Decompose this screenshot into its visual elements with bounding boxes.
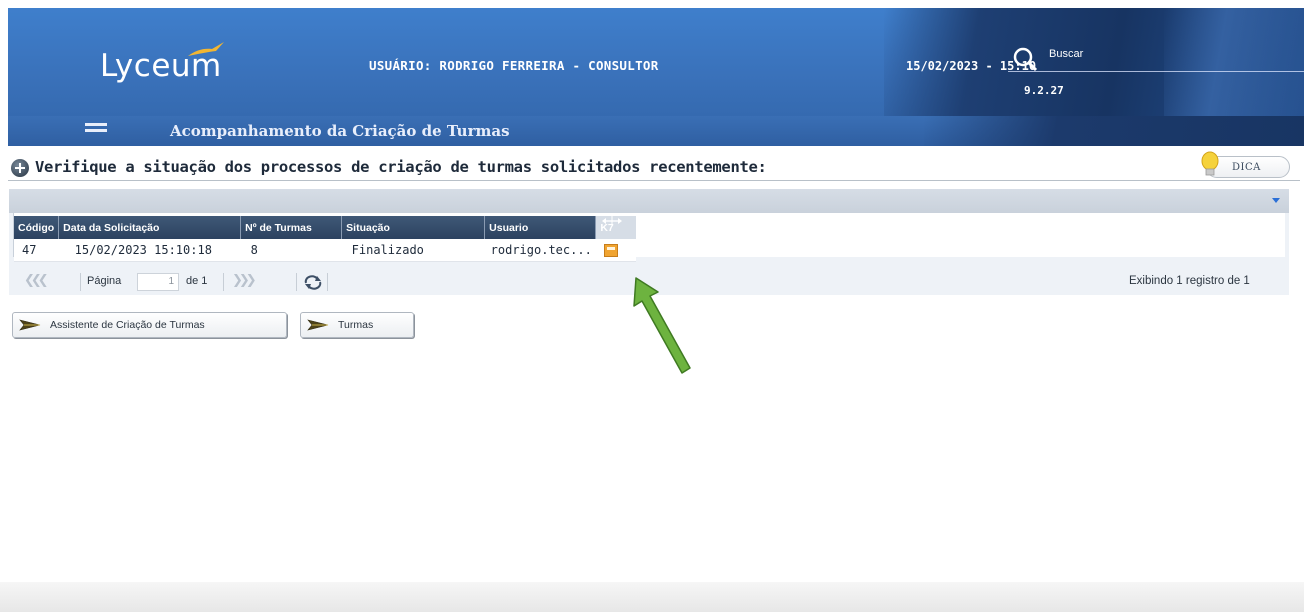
column-header-situacao[interactable]: Situação	[341, 216, 486, 239]
bottom-strip	[0, 582, 1304, 612]
version-label: 9.2.27	[1024, 84, 1064, 97]
records-count-label: Exibindo 1 registro de 1	[1129, 275, 1250, 287]
table-row[interactable]: 47 15/02/2023 15:10:18 8 Finalizado rodr…	[14, 239, 636, 262]
grid-toolbar	[9, 189, 1289, 213]
requests-table: Código Data da Solicitação Nº de Turmas …	[14, 216, 636, 262]
cell-turmas: 8	[240, 239, 342, 262]
content-divider	[8, 180, 1300, 181]
hamburger-icon[interactable]	[85, 123, 107, 138]
header-light-band	[1164, 8, 1304, 116]
annotation-arrow-icon	[633, 277, 691, 374]
page-of-label: de 1	[186, 275, 208, 287]
nav-dark-gradient	[924, 116, 1304, 146]
pager-separator	[327, 273, 328, 291]
column-header-codigo[interactable]: Código	[14, 216, 60, 239]
column-header-data[interactable]: Data da Solicitação	[58, 216, 242, 239]
pager-separator	[223, 273, 224, 291]
first-page-icon[interactable]: ❮❮❮	[24, 273, 49, 288]
column-resize-icon[interactable]	[601, 215, 623, 227]
cell-codigo: 47	[14, 239, 59, 262]
cell-action[interactable]	[595, 239, 636, 262]
turmas-button-label: Turmas	[338, 319, 374, 331]
table-header-row: Código Data da Solicitação Nº de Turmas …	[14, 216, 636, 239]
expand-plus-icon[interactable]	[11, 159, 29, 177]
cell-usuario: rodrigo.tec...	[484, 239, 596, 262]
bird-icon	[188, 42, 224, 56]
datetime: 15/02/2023 - 15:10	[906, 59, 1037, 73]
nav-bar: Acompanhamento da Criação de Turmas	[8, 116, 1304, 146]
page-title: Acompanhamento da Criação de Turmas	[170, 122, 510, 140]
collapse-arrow-icon[interactable]	[1271, 195, 1281, 205]
export-icon[interactable]	[603, 243, 618, 257]
column-header-usuario[interactable]: Usuario	[484, 216, 597, 239]
refresh-icon[interactable]	[303, 274, 323, 290]
search-label[interactable]: Buscar	[1049, 48, 1083, 60]
header-divider	[1008, 71, 1304, 72]
tip-label[interactable]: DICA	[1232, 162, 1261, 173]
assistant-button-label: Assistente de Criação de Turmas	[50, 319, 205, 331]
instruction-text: Verifique a situação dos processos de cr…	[35, 158, 767, 176]
assistant-button[interactable]: Assistente de Criação de Turmas	[12, 312, 287, 338]
cell-data: 15/02/2023 15:10:18	[58, 239, 241, 262]
lightbulb-icon	[1201, 151, 1219, 176]
pager-separator	[296, 273, 297, 291]
user-label: USUÁRIO: RODRIGO FERREIRA - CONSULTOR	[369, 58, 659, 73]
turmas-button[interactable]: Turmas	[300, 312, 414, 338]
lyceum-logo[interactable]: Lyceum	[100, 40, 270, 92]
pager-separator	[80, 273, 81, 291]
page-label: Página	[87, 275, 122, 287]
column-header-turmas[interactable]: Nº de Turmas	[240, 216, 343, 239]
page-number-input[interactable]: 1	[137, 273, 179, 291]
arrow-right-icon	[19, 319, 41, 331]
last-page-icon[interactable]: ❯❯❯	[232, 273, 257, 288]
arrow-right-icon	[307, 319, 329, 331]
app-header: Lyceum USUÁRIO: RODRIGO FERREIRA - CONSU…	[8, 8, 1304, 116]
cell-situacao: Finalizado	[341, 239, 485, 262]
page: Lyceum USUÁRIO: RODRIGO FERREIRA - CONSU…	[0, 0, 1304, 612]
